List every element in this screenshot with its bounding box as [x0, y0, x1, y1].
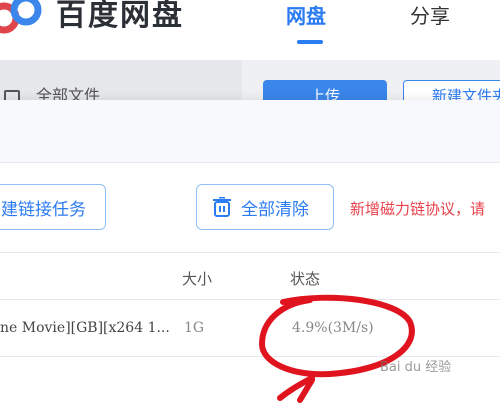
task-size: 1G: [184, 320, 205, 336]
dialog-header: [0, 100, 500, 163]
clear-all-button[interactable]: 全部清除: [196, 184, 334, 230]
task-status: 4.9%(3M/s): [292, 320, 374, 336]
task-row[interactable]: ne Movie][GB][x264 1... 1G 4.9%(3M/s): [0, 300, 500, 356]
cloud-logo-icon: [0, 0, 42, 34]
clear-all-label: 全部清除: [241, 199, 309, 220]
column-header-size: 大小: [182, 270, 213, 288]
active-tab-indicator: [297, 40, 323, 44]
trash-icon: [213, 197, 231, 217]
header-divider: [0, 252, 500, 253]
column-header-status: 状态: [290, 270, 321, 288]
tab-share[interactable]: 分享: [410, 0, 450, 29]
task-name: ne Movie][GB][x264 1...: [0, 320, 170, 336]
watermark: Bai du 经验: [380, 360, 452, 375]
new-link-task-button[interactable]: 建链接任务: [0, 184, 106, 230]
magnet-notice: 新增磁力链协议，请: [350, 200, 486, 218]
tab-netdisk[interactable]: 网盘: [286, 0, 326, 29]
app-header: 百度网盘 网盘 分享: [0, 0, 500, 60]
brand-title: 百度网盘: [56, 0, 184, 33]
